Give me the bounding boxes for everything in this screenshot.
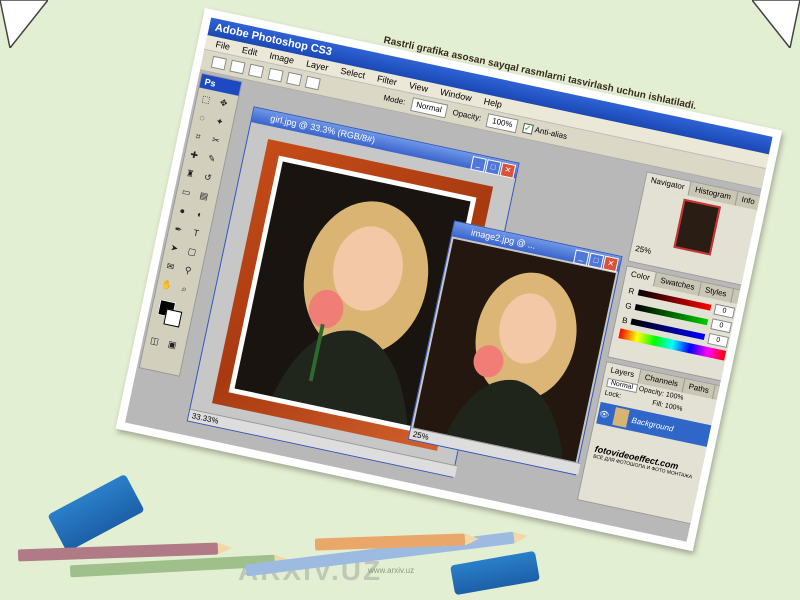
lock-label: Lock:	[603, 389, 622, 400]
menu-edit[interactable]: Edit	[241, 45, 258, 58]
healing-tool-icon[interactable]: ✚	[186, 149, 202, 164]
quick-mask-icon[interactable]: ◫	[146, 334, 162, 349]
zoom-tool-icon[interactable]: ⌕	[176, 282, 192, 297]
blue-book-icon	[47, 473, 145, 553]
close-icon[interactable]: ✕	[499, 162, 517, 179]
navigator-thumbnail	[673, 198, 721, 256]
rect-shape-icon[interactable]	[229, 59, 246, 75]
opacity-field[interactable]: 100%	[485, 113, 519, 134]
gradient-tool-icon[interactable]: ▤	[196, 190, 212, 205]
lasso-tool-icon[interactable]: ◌	[194, 111, 210, 126]
ellipse-icon[interactable]	[267, 67, 284, 83]
history-brush-icon[interactable]: ↺	[200, 171, 216, 186]
blue-value[interactable]: 0	[707, 332, 730, 348]
menu-file[interactable]: File	[215, 39, 231, 52]
type-tool-icon[interactable]: T	[188, 227, 204, 242]
corner-ornament-right	[752, 0, 800, 48]
eyedropper-icon[interactable]: ⚲	[180, 264, 196, 279]
move-tool-icon[interactable]: ✥	[215, 97, 231, 112]
magic-wand-icon[interactable]: ✦	[211, 115, 227, 130]
layers-panel: LayersChannelsPaths Normal Opacity: 100%…	[576, 361, 726, 526]
green-label: G	[624, 300, 633, 311]
eye-icon[interactable]: 👁	[598, 408, 612, 419]
layer-thumbnail	[612, 407, 630, 428]
blur-tool-icon[interactable]: ●	[174, 204, 190, 219]
red-value[interactable]: 0	[713, 303, 736, 319]
antialias-label: Anti-alias	[533, 125, 568, 141]
mode-select[interactable]: Normal	[409, 97, 448, 119]
brush-tool-icon[interactable]: ✎	[204, 152, 220, 167]
slice-tool-icon[interactable]: ✂	[207, 134, 223, 149]
bottom-url: www.arxiv.uz	[368, 566, 415, 575]
line-icon[interactable]	[304, 75, 322, 91]
dodge-tool-icon[interactable]: ◐	[192, 208, 208, 223]
screen-mode-icon[interactable]: ▣	[164, 338, 180, 353]
rounded-rect-icon[interactable]	[248, 63, 265, 79]
eraser-tool-icon[interactable]: ▭	[178, 186, 194, 201]
menu-filter[interactable]: Filter	[376, 73, 398, 87]
crop-tool-icon[interactable]: ⌗	[190, 130, 206, 145]
document-title: girl.jpg @ 33.3% (RGB/8#)	[269, 113, 376, 146]
tab-navigator[interactable]: Navigator	[644, 172, 692, 196]
notes-tool-icon[interactable]: ✉	[162, 260, 178, 275]
color-swatches-icon[interactable]	[153, 297, 191, 333]
menu-view[interactable]: View	[408, 80, 429, 94]
polygon-icon[interactable]	[286, 71, 303, 87]
antialias-checkbox[interactable]: ✓	[522, 122, 535, 135]
pen-tool-icon[interactable]: ✒	[170, 223, 186, 238]
fill-value[interactable]: 100%	[664, 402, 683, 413]
photoshop-screenshot-card: Adobe Photoshop CS3 File Edit Image Laye…	[115, 8, 783, 552]
hand-tool-icon[interactable]: ✋	[158, 279, 174, 294]
menu-layer[interactable]: Layer	[305, 58, 329, 72]
opacity-label: Opacity:	[451, 107, 483, 123]
red-label: R	[627, 285, 636, 296]
fill-label: Fill:	[651, 399, 664, 409]
corner-ornament-left	[0, 0, 48, 48]
menu-help[interactable]: Help	[483, 96, 503, 110]
tool-preset-icon[interactable]	[210, 55, 227, 71]
green-value[interactable]: 0	[710, 317, 733, 333]
blue-book-icon	[450, 550, 540, 596]
portrait-photo	[413, 238, 616, 462]
stamp-tool-icon[interactable]: ♜	[182, 167, 198, 182]
shape-tool-icon[interactable]: ▢	[184, 245, 200, 260]
blue-label: B	[621, 315, 629, 326]
close-icon[interactable]: ✕	[602, 255, 619, 273]
path-select-icon[interactable]: ➤	[166, 242, 182, 257]
mode-label: Mode:	[382, 93, 407, 107]
tab-info[interactable]: Info	[735, 191, 762, 211]
layer-name: Background	[630, 415, 675, 433]
marquee-tool-icon[interactable]: ⬚	[198, 93, 214, 108]
